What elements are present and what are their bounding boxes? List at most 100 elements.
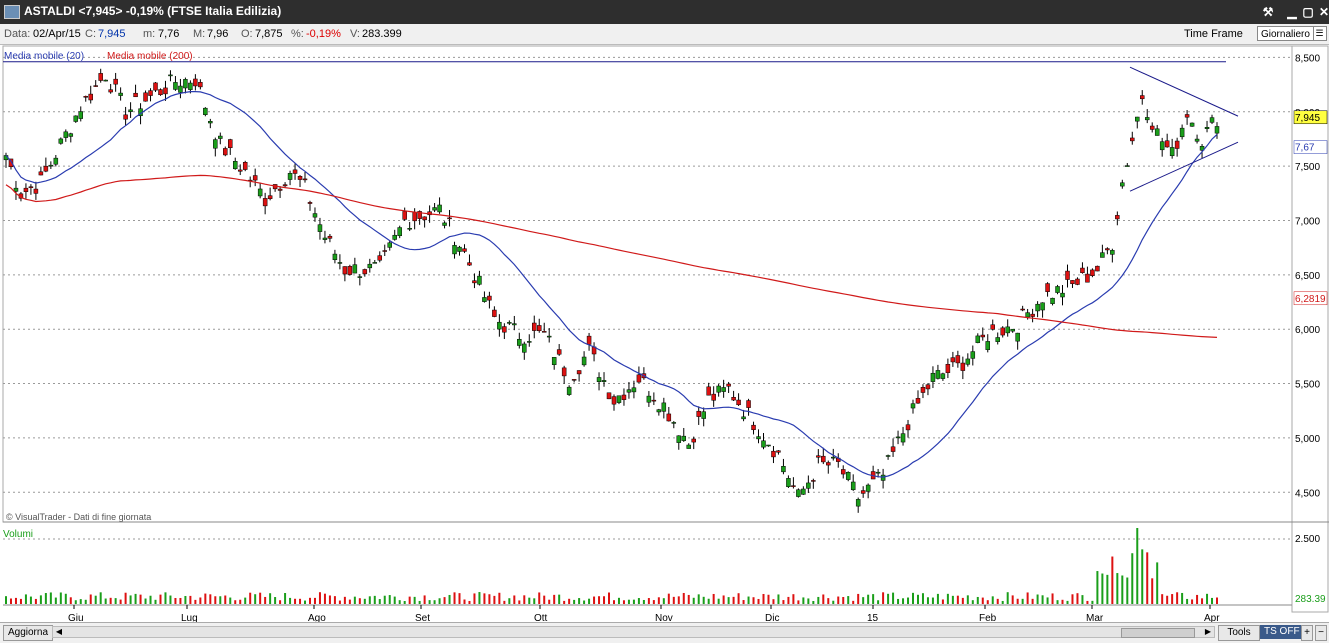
y-tick-label: 7,000 (1295, 216, 1320, 227)
volume-bar (239, 599, 242, 604)
volume-bar (458, 593, 461, 604)
max-label: M: (193, 28, 206, 40)
volume-bar (428, 600, 431, 604)
restore-button[interactable]: ▢ (1300, 4, 1316, 20)
candle-body (900, 433, 906, 443)
ts-off-button[interactable]: TS OFF (1260, 625, 1304, 639)
candle-body (292, 169, 298, 174)
volume-bar (448, 594, 451, 604)
scroll-right-icon[interactable]: ▶ (1203, 627, 1213, 637)
candle-body (108, 89, 113, 93)
scroll-left-icon[interactable]: ◀ (54, 627, 64, 637)
candle-body (1164, 140, 1170, 148)
candle-body (995, 337, 1000, 342)
volume-bar (1151, 578, 1154, 604)
tool-icon[interactable]: ⚒ (1260, 4, 1276, 20)
volume-bar (817, 596, 820, 604)
candle-body (970, 351, 976, 359)
candle-body (402, 211, 407, 220)
candle-body (527, 341, 532, 343)
candle-body (850, 481, 856, 491)
volume-bar (807, 598, 810, 604)
refresh-button[interactable]: Aggiorna (3, 625, 53, 641)
candle-body (1090, 269, 1095, 276)
candle-body (1065, 270, 1070, 280)
open-value: 7,875 (255, 28, 283, 40)
candle-body (193, 78, 198, 87)
candle-body (302, 178, 308, 181)
volume-bar (598, 596, 601, 604)
volume-bar (941, 599, 944, 604)
candle-body (960, 362, 966, 371)
volume-bar (463, 599, 466, 604)
candle-body (875, 471, 881, 474)
volume-bar (69, 597, 72, 604)
scroll-thumb[interactable] (1121, 628, 1195, 638)
volume-bar (264, 596, 267, 604)
horizontal-scrollbar[interactable]: ◀ ▶ (52, 626, 1215, 638)
volume-bar (956, 595, 959, 604)
candle-body (367, 263, 373, 269)
volume-bar (214, 596, 217, 604)
candle-body (382, 250, 387, 252)
y-tick-label: 6,500 (1295, 271, 1320, 282)
timeframe-select[interactable]: Giornaliero ☰ (1257, 26, 1327, 41)
volume-bar (657, 597, 660, 604)
volume-bar (79, 599, 82, 604)
candle-body (840, 469, 846, 475)
volume-bar (931, 597, 934, 604)
candle-body (950, 357, 956, 363)
candle-body (791, 485, 796, 487)
volume-bar (822, 594, 825, 604)
candle-body (153, 82, 158, 91)
volume-bar (199, 597, 202, 604)
tools-button[interactable]: Tools (1218, 625, 1260, 641)
volume-bar (961, 597, 964, 604)
y-tick-label: 6,000 (1295, 325, 1320, 336)
candle-body (28, 186, 34, 189)
price-chart[interactable]: 8,5008,0007,5007,0006,5006,0005,5005,000… (0, 44, 1329, 622)
close-button[interactable]: ✕ (1316, 4, 1329, 20)
candle-body (23, 187, 29, 192)
price-panel (2, 45, 1293, 523)
candle-body (726, 383, 731, 387)
minimize-button[interactable]: ▁ (1284, 4, 1300, 20)
candle-body (706, 386, 711, 396)
volume-bar (453, 592, 456, 604)
volume-bar (877, 600, 880, 604)
candle-body (646, 395, 652, 403)
volume-bar (1126, 577, 1129, 604)
volume-bar (1206, 593, 1209, 604)
candle-body (686, 444, 691, 449)
candle-body (312, 213, 318, 218)
candle-body (1159, 141, 1165, 151)
app-icon (4, 5, 20, 19)
title-bar: ASTALDI <7,945> -0,19% (FTSE Italia Edil… (0, 0, 1329, 24)
candle-body (925, 384, 931, 390)
volume-bar (19, 598, 22, 604)
candle-body (457, 246, 462, 252)
volume-bar (174, 597, 177, 604)
zoom-in-button[interactable]: + (1301, 625, 1313, 641)
volume-bar (104, 598, 107, 604)
candle-body (880, 474, 886, 481)
zoom-out-button[interactable]: − (1315, 625, 1327, 641)
close-value: 7,945 (98, 28, 126, 40)
volume-bar (29, 596, 32, 604)
volume-bar (862, 597, 865, 604)
volume-bar (1106, 574, 1109, 604)
volume-bar (573, 599, 576, 604)
candle-body (905, 424, 911, 431)
info-bar: Data: 02/Apr/15 C: 7,945 m: 7,76 M: 7,96… (0, 24, 1329, 45)
volume-bar (64, 593, 67, 604)
volume-value: 283.399 (362, 28, 402, 40)
menu-icon[interactable]: ☰ (1313, 27, 1325, 40)
candle-body (1055, 286, 1060, 293)
candle-body (1125, 165, 1130, 167)
volume-bar (926, 597, 929, 604)
volume-bar (1061, 599, 1064, 604)
volume-bar (1001, 600, 1004, 604)
candle-body (228, 139, 233, 149)
candle-body (915, 398, 921, 404)
volume-bar (667, 593, 670, 604)
